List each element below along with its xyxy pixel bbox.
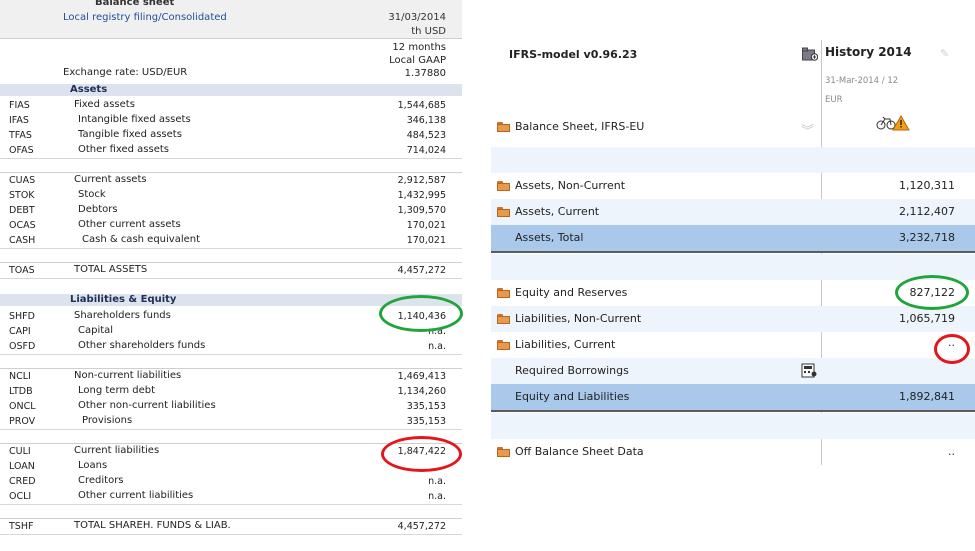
folder-icon (497, 314, 510, 324)
table-row: NCLI Non-current liabilities 1,469,413 (9, 370, 446, 382)
table-row: TFAS Tangible fixed assets 484,523 (9, 129, 446, 141)
left-header: Balance sheet Local registry filing/Cons… (0, 0, 462, 39)
table-row: IFAS Intangible fixed assets 346,138 (9, 114, 446, 126)
bicycle-warning-icon[interactable] (876, 114, 910, 132)
section-title[interactable]: Balance Sheet, IFRS-EU (515, 120, 644, 133)
empty-row (491, 147, 975, 173)
table-row: CRED Creditors n.a. (9, 475, 446, 487)
collapse-chevron-icon[interactable]: ︾ (801, 120, 814, 139)
period-label: 31-Mar-2014 / 12 (825, 76, 899, 86)
total-row[interactable]: Assets, Total 3,232,718 (491, 225, 975, 253)
accounting-standard: Local GAAP (389, 55, 446, 66)
table-row-total: TSHF TOTAL SHAREH. FUNDS & LIAB. 4,457,272 (0, 519, 462, 535)
table-row-total: TOAS TOTAL ASSETS 4,457,272 (0, 263, 462, 279)
table-row: OFAS Other fixed assets 714,024 (0, 143, 462, 159)
calculator-icon[interactable] (801, 363, 817, 378)
table-row: FIAS Fixed assets 1,544,685 (9, 99, 446, 111)
right-ifrs-panel: IFRS-model v0.96.23 History 2014 ✎ 31-Ma… (491, 40, 975, 465)
list-item[interactable]: Assets, Current 2,112,407 (491, 199, 975, 225)
folder-icon (497, 340, 510, 350)
list-item[interactable]: Off Balance Sheet Data.. (491, 439, 975, 465)
table-row: STOK Stock 1,432,995 (9, 189, 446, 201)
pencil-icon[interactable]: ✎ (940, 47, 949, 60)
period-months: 12 months (392, 42, 446, 53)
table-row: OCLI Other current liabilities n.a. (0, 489, 462, 505)
table-row: ONCL Other non-current liabilities 335,153 (9, 400, 446, 412)
list-item[interactable]: Equity and Reserves 827,122 (491, 280, 975, 306)
exchange-rate-value: 1.37880 (404, 68, 446, 79)
folder-icon (497, 207, 510, 217)
currency-label: EUR (825, 95, 843, 105)
table-row: LTDB Long term debt 1,134,260 (9, 385, 446, 397)
history-folder-icon[interactable] (802, 47, 819, 61)
empty-row (491, 254, 975, 280)
folder-icon (497, 288, 510, 298)
list-item[interactable]: Liabilities, Current.. (491, 332, 975, 358)
table-row: DEBT Debtors 1,309,570 (9, 204, 446, 216)
left-balance-sheet-panel: Balance sheet Local registry filing/Cons… (0, 0, 463, 551)
table-row: PROV Provisions 335,153 (0, 414, 462, 430)
list-item[interactable]: Assets, Non-Current 1,120,311 (491, 173, 975, 199)
history-column-title[interactable]: History 2014 (825, 45, 912, 59)
table-row: CUAS Current assets 2,912,587 (9, 174, 446, 186)
exchange-rate-label: Exchange rate: USD/EUR (63, 67, 188, 78)
table-row: OSFD Other shareholders funds n.a. (0, 339, 462, 355)
balance-sheet-title: Balance sheet (95, 0, 175, 8)
folder-icon (497, 447, 510, 457)
model-version-title: IFRS-model v0.96.23 (509, 48, 638, 61)
filing-type-link[interactable]: Local registry filing/Consolidated (63, 12, 227, 23)
table-row: CAPI Capital n.a. (9, 325, 446, 337)
table-row: LOAN Loans (9, 460, 108, 472)
table-row: OCAS Other current assets 170,021 (9, 219, 446, 231)
total-row[interactable]: Equity and Liabilities 1,892,841 (491, 384, 975, 412)
folder-icon (497, 122, 510, 132)
folder-icon (497, 181, 510, 191)
empty-row (491, 413, 975, 439)
table-row: CULI Current liabilities 1,847,422 (9, 445, 446, 457)
currency-unit: th USD (411, 26, 446, 37)
list-item[interactable]: Liabilities, Non-Current 1,065,719 (491, 306, 975, 332)
period-date: 31/03/2014 (388, 12, 446, 23)
assets-section-header: Assets (0, 84, 462, 96)
table-row: CASH Cash & cash equivalent 170,021 (0, 233, 462, 249)
liabilities-section-header: Liabilities & Equity (0, 294, 462, 306)
table-row: SHFD Shareholders funds 1,140,436 (9, 310, 446, 322)
list-item[interactable]: Required Borrowings (491, 358, 975, 384)
